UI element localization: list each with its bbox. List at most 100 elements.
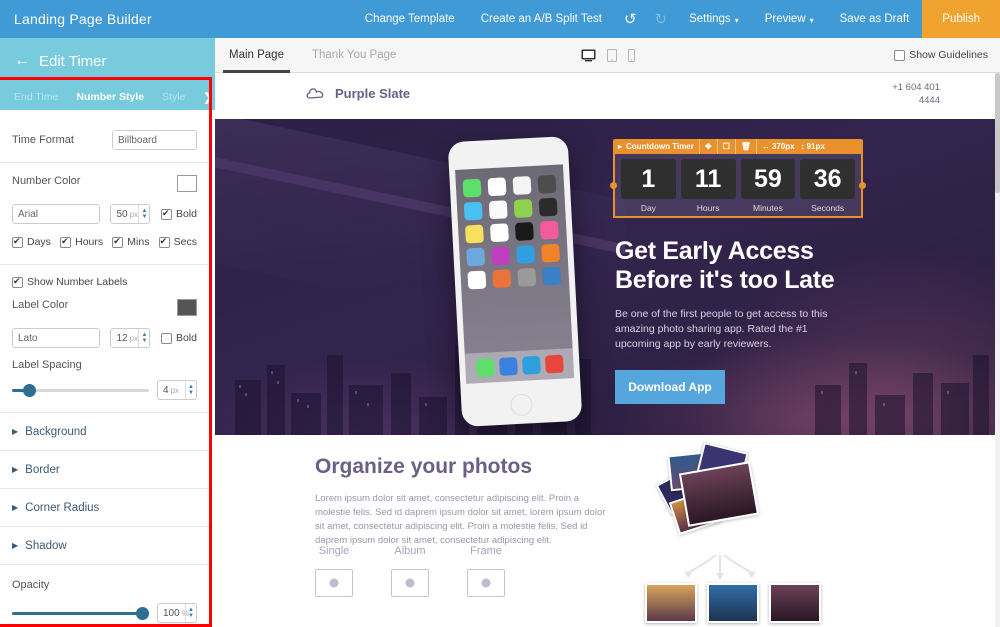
label-font-size-stepper[interactable]: ▲ ▼ (138, 329, 149, 347)
timer-cell-day: 1 Day (621, 159, 676, 213)
tab-end-time[interactable]: End Time (14, 91, 58, 103)
label-bold-checkbox[interactable]: Bold (160, 332, 197, 344)
label-spacing-stepper[interactable]: ▲ ▼ (185, 381, 196, 399)
timer-units-row: Days Hours Mins Secs (0, 227, 209, 257)
opacity-value: 100 (163, 607, 180, 619)
hero-section: ▸ Countdown Timer ✥ ❐ 🗑 ↔ 370px ↕ 91px 1… (215, 119, 1000, 435)
cloud-icon (306, 88, 324, 99)
app-root: Landing Page Builder Change Template Cre… (0, 0, 1000, 627)
app-icon (544, 354, 564, 374)
canvas-area: Main Page Thank You Page Show Guidelines (215, 38, 1000, 627)
duplicate-icon[interactable]: ❐ (718, 139, 736, 154)
opacity-stepper[interactable]: ▲ ▼ (185, 604, 196, 622)
label-font-family-select[interactable]: Lato ▲▼ (12, 328, 100, 348)
width-icon: ↔ (761, 142, 770, 151)
undo-icon[interactable]: ↺ (615, 0, 646, 38)
section-corner-radius[interactable]: ▶ Corner Radius (0, 489, 209, 526)
show-number-labels-checkbox[interactable]: Show Number Labels (12, 276, 127, 288)
redo-icon[interactable]: ↻ (646, 0, 677, 38)
show-guidelines-checkbox[interactable]: Show Guidelines (894, 49, 988, 61)
timer-label-day: Day (640, 203, 656, 213)
unit-mins-checkbox[interactable]: Mins (112, 236, 149, 248)
delete-icon[interactable]: 🗑 (736, 139, 757, 154)
widget-name: Countdown Timer (626, 142, 694, 151)
app-brand: Landing Page Builder (14, 11, 152, 27)
organize-tab-single[interactable]: Single (315, 545, 353, 597)
mobile-view-icon[interactable] (627, 48, 635, 62)
scrollbar-thumb[interactable] (995, 73, 1000, 193)
label-spacing-input[interactable]: 4 px ▲ ▼ (157, 380, 197, 400)
preview-menu[interactable]: Preview ▾ (752, 0, 827, 38)
tablet-view-icon[interactable] (606, 48, 617, 62)
section-background[interactable]: ▶ Background (0, 413, 209, 450)
checkbox-box (894, 49, 906, 61)
organize-copy: Organize your photos Lorem ipsum dolor s… (315, 455, 615, 548)
tab-thank-you-page[interactable]: Thank You Page (298, 38, 410, 73)
app-icon (517, 267, 537, 287)
tabs-next-arrow-icon[interactable]: ❯ (203, 91, 212, 104)
unit-secs-checkbox[interactable]: Secs (158, 236, 197, 248)
unit-days-checkbox[interactable]: Days (12, 236, 51, 248)
label-spacing-label: Label Spacing (12, 359, 82, 371)
change-template-button[interactable]: Change Template (352, 0, 468, 38)
opacity-slider[interactable] (12, 606, 149, 620)
label-bold-label: Bold (175, 332, 197, 344)
label-color-swatch[interactable] (177, 299, 197, 316)
desktop-view-icon[interactable] (581, 49, 596, 62)
widget-name-segment[interactable]: ▸ Countdown Timer (613, 139, 700, 154)
number-font-size-input[interactable]: 50 px ▲ ▼ (110, 204, 151, 224)
app-icon (463, 201, 483, 221)
photo-dot (329, 578, 339, 588)
widget-toolbar: ▸ Countdown Timer ✥ ❐ 🗑 ↔ 370px ↕ 91px (613, 139, 863, 154)
slider-handle[interactable] (22, 383, 36, 397)
organize-tabs: Single Album Frame (315, 545, 505, 597)
chevron-right-icon: ▶ (12, 541, 19, 550)
settings-menu[interactable]: Settings ▾ (676, 0, 752, 38)
move-icon[interactable]: ✥ (700, 139, 718, 154)
app-icon (475, 358, 495, 378)
tab-style[interactable]: Style (162, 91, 185, 103)
label-font-size-input[interactable]: 12 px ▲ ▼ (110, 328, 151, 348)
single-photo-icon (315, 569, 353, 597)
save-as-draft-button[interactable]: Save as Draft (827, 0, 923, 38)
app-icon (489, 223, 509, 243)
organize-tab-album[interactable]: Album (391, 545, 429, 597)
number-font-size-stepper[interactable]: ▲ ▼ (138, 205, 149, 223)
phone-mockup (447, 136, 583, 427)
timer-label-minutes: Minutes (752, 203, 783, 213)
unit-hours-checkbox[interactable]: Hours (60, 236, 103, 248)
chevron-right-icon: ▸ (618, 142, 623, 151)
app-icon (537, 174, 557, 194)
create-ab-split-test-button[interactable]: Create an A/B Split Test (468, 0, 615, 38)
number-color-swatch[interactable] (177, 175, 197, 192)
number-color-label: Number Color (12, 175, 81, 187)
unit-hours-label: Hours (75, 236, 104, 248)
canvas-scrollbar[interactable] (995, 73, 1000, 627)
timer-cell-seconds: 36 Seconds (800, 159, 855, 213)
time-format-select[interactable]: Billboard ▲▼ (112, 130, 197, 150)
hero-heading-line1: Get Early Access (615, 237, 814, 265)
tab-main-page[interactable]: Main Page (215, 38, 298, 73)
label-color-row: Label Color (0, 299, 209, 325)
section-border[interactable]: ▶ Border (0, 451, 209, 488)
hero-copy: Get Early Access Before it's too Late Be… (615, 237, 915, 404)
label-spacing-slider[interactable] (12, 383, 149, 397)
number-bold-checkbox[interactable]: Bold (160, 208, 197, 220)
organize-paragraph: Lorem ipsum dolor sit amet, consectetur … (315, 493, 606, 546)
phone-home-button (509, 393, 534, 417)
opacity-input[interactable]: 100 % ▲ ▼ (157, 603, 197, 623)
site-logo[interactable]: Purple Slate (305, 85, 410, 101)
back-arrow-icon[interactable]: ← (14, 53, 30, 69)
organize-tab-frame[interactable]: Frame (467, 545, 505, 597)
number-font-family-value: Arial (18, 208, 39, 220)
label-font-family-value: Lato (18, 332, 38, 344)
countdown-timer-widget[interactable]: ▸ Countdown Timer ✥ ❐ 🗑 ↔ 370px ↕ 91px 1… (610, 139, 866, 218)
download-app-button[interactable]: Download App (615, 370, 725, 404)
timer-value-minutes: 59 (740, 159, 796, 199)
publish-button[interactable]: Publish (922, 0, 1000, 38)
section-shadow[interactable]: ▶ Shadow (0, 527, 209, 564)
number-font-family-select[interactable]: Arial ▲▼ (12, 204, 100, 224)
tab-number-style[interactable]: Number Style (76, 91, 144, 103)
slider-handle[interactable] (136, 606, 149, 620)
checkbox-box (12, 276, 23, 288)
